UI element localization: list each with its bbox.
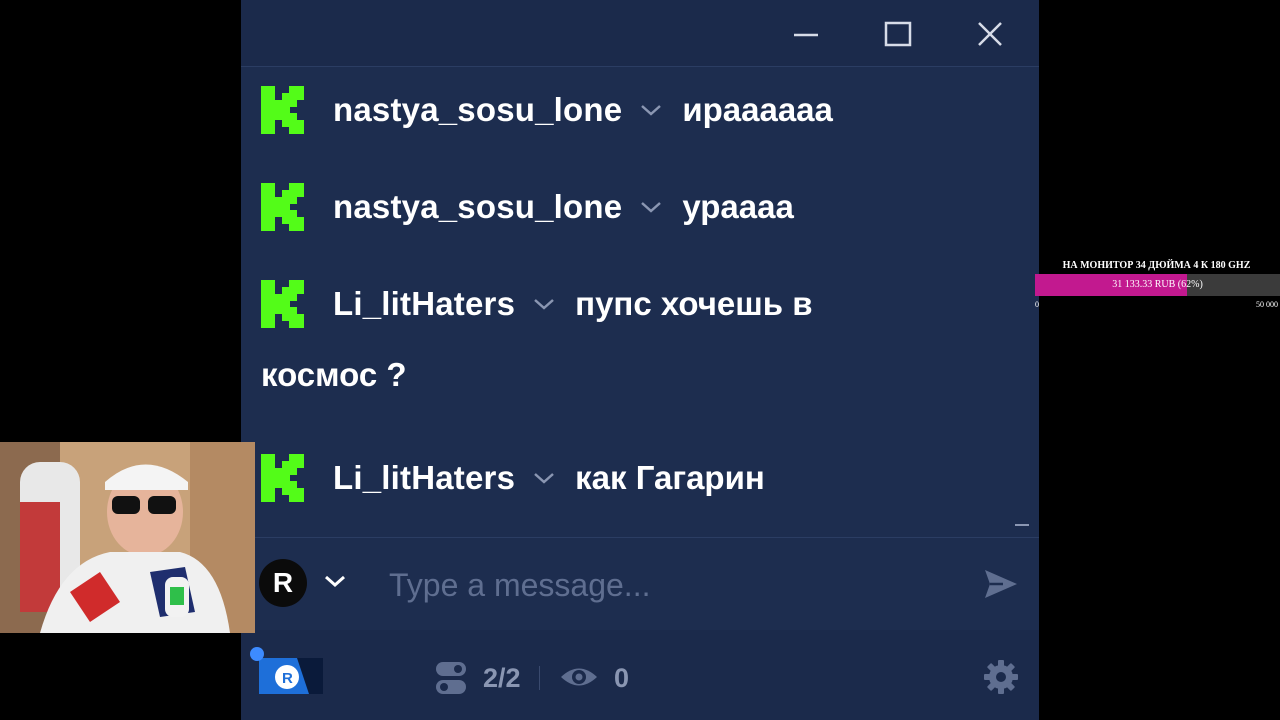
donation-goal-widget: НА МОНИТОР 34 ДЮЙМА 4 К 180 GHZ 31 133.3… bbox=[1033, 258, 1280, 314]
account-avatar[interactable]: R bbox=[259, 559, 307, 607]
connections-count: 2/2 bbox=[483, 663, 521, 693]
app-logo-icon[interactable]: R bbox=[249, 646, 323, 698]
close-icon bbox=[978, 22, 1002, 46]
maximize-icon bbox=[884, 21, 912, 47]
chat-username[interactable]: Li_litHaters bbox=[333, 285, 515, 323]
send-button[interactable] bbox=[981, 564, 1021, 604]
kick-logo-icon bbox=[261, 454, 304, 502]
goal-max-label: 50 000 bbox=[1256, 300, 1278, 309]
chat-message-text-continued: космос ? bbox=[261, 356, 407, 393]
chevron-down-icon[interactable] bbox=[531, 469, 557, 487]
chat-message: Li_litHaters как Гагарин bbox=[261, 453, 1019, 503]
window-titlebar bbox=[241, 0, 1039, 67]
chat-window: nastya_sosu_lone ираааааа nastya_sosu_lo… bbox=[241, 0, 1039, 720]
account-chevron-down-icon[interactable] bbox=[323, 572, 347, 590]
chat-username[interactable]: Li_litHaters bbox=[333, 459, 515, 497]
chat-message: Li_litHaters пупс хочешь в космос ? bbox=[261, 279, 1019, 395]
svg-text:R: R bbox=[282, 670, 293, 687]
status-bar: R 2/2 0 bbox=[241, 630, 1039, 720]
chat-message-list[interactable]: nastya_sosu_lone ираааааа nastya_sosu_lo… bbox=[241, 67, 1039, 537]
goal-progress-bar: 31 133.33 RUB (62%) bbox=[1035, 274, 1280, 296]
eye-icon bbox=[559, 662, 599, 692]
goal-title: НА МОНИТОР 34 ДЮЙМА 4 К 180 GHZ bbox=[1062, 260, 1251, 271]
scroll-resize-handle[interactable] bbox=[1015, 524, 1029, 526]
chat-username[interactable]: nastya_sosu_lone bbox=[333, 188, 622, 226]
goal-min-label: 0 bbox=[1035, 300, 1039, 309]
chevron-down-icon[interactable] bbox=[531, 295, 557, 313]
kick-logo-icon bbox=[261, 86, 304, 134]
chat-message-text: пупс хочешь в bbox=[575, 285, 813, 322]
chat-username[interactable]: nastya_sosu_lone bbox=[333, 91, 622, 129]
message-input[interactable] bbox=[387, 560, 951, 610]
goal-amount: 31 133.33 RUB (62%) bbox=[1112, 279, 1203, 290]
close-button[interactable] bbox=[968, 14, 1012, 54]
chat-message: nastya_sosu_lone ираааааа bbox=[261, 85, 1019, 135]
gear-icon bbox=[984, 660, 1018, 694]
settings-button[interactable] bbox=[983, 659, 1019, 695]
chat-message: nastya_sosu_lone ураааа bbox=[261, 182, 1019, 232]
kick-logo-icon bbox=[261, 183, 304, 231]
webcam-overlay bbox=[0, 442, 255, 633]
chevron-down-icon[interactable] bbox=[638, 198, 664, 216]
kick-logo-icon bbox=[261, 280, 304, 328]
chat-message-text: ираааааа bbox=[682, 91, 833, 128]
minimize-icon bbox=[794, 33, 818, 37]
chat-message-text: как Гагарин bbox=[575, 459, 765, 496]
divider bbox=[539, 666, 540, 690]
maximize-button[interactable] bbox=[876, 14, 920, 54]
minimize-button[interactable] bbox=[784, 14, 828, 54]
viewer-count: 0 bbox=[614, 663, 630, 693]
chevron-down-icon[interactable] bbox=[638, 101, 664, 119]
connections-icon bbox=[434, 660, 468, 696]
chat-message-text: ураааа bbox=[682, 188, 794, 225]
message-composer: R bbox=[241, 537, 1039, 631]
send-icon bbox=[985, 570, 1017, 598]
